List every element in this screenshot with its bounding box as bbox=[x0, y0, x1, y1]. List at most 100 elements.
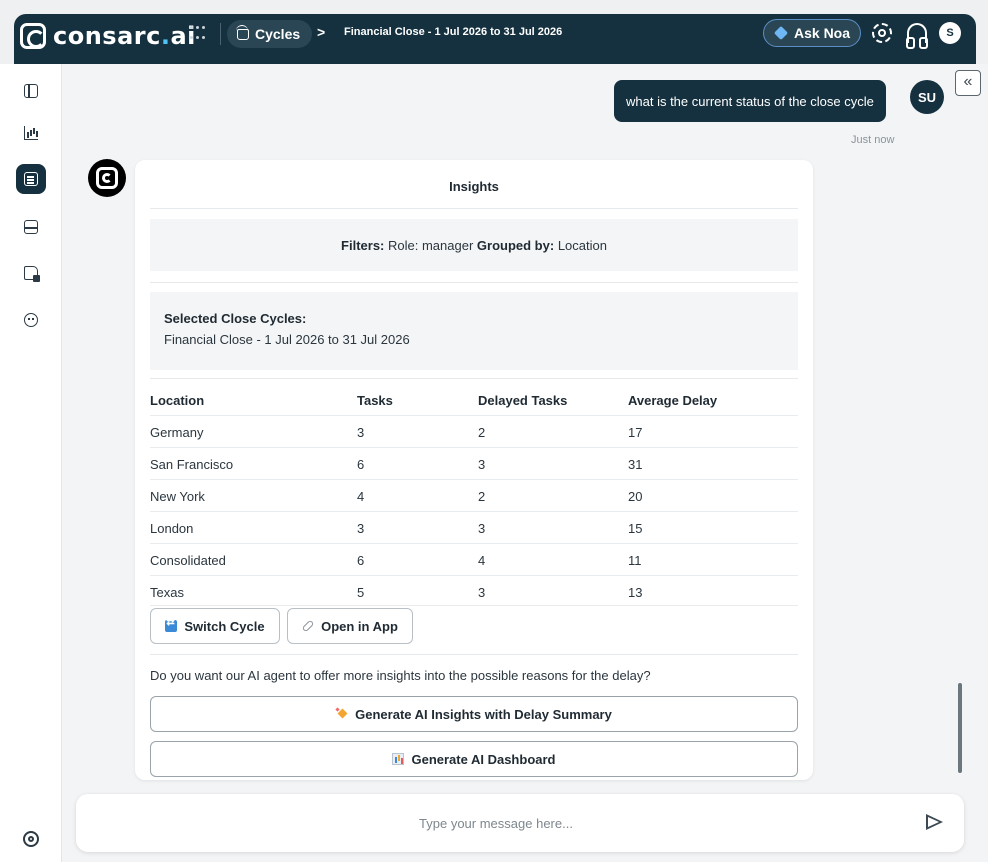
generate-dashboard-button[interactable]: Generate AI Dashboard bbox=[150, 741, 798, 777]
chart-icon bbox=[24, 126, 38, 140]
cell-tasks: 6 bbox=[357, 457, 365, 472]
message-composer bbox=[76, 794, 964, 852]
switch-cycle-label: Switch Cycle bbox=[184, 618, 265, 634]
cell-tasks: 6 bbox=[357, 553, 365, 568]
cell-average-delay: 13 bbox=[628, 585, 643, 600]
ask-noa-label: Ask Noa bbox=[794, 25, 851, 41]
table-row: Germany 3 2 17 bbox=[150, 416, 798, 448]
support-headset-icon[interactable] bbox=[906, 23, 928, 49]
generate-dashboard-label: Generate AI Dashboard bbox=[411, 751, 556, 767]
app-logo[interactable]: consarc.ai bbox=[20, 21, 196, 51]
sidebar-item-analytics[interactable] bbox=[16, 118, 46, 148]
inbox-icon bbox=[24, 220, 38, 234]
breadcrumb-cycles-label: Cycles bbox=[255, 26, 301, 42]
cell-delayed-tasks: 4 bbox=[478, 553, 486, 568]
breadcrumb-separator: > bbox=[317, 24, 326, 40]
cell-delayed-tasks: 3 bbox=[478, 457, 486, 472]
user-message-bubble: what is the current status of the close … bbox=[614, 80, 886, 122]
sidebar-item-panel-toggle[interactable] bbox=[16, 76, 46, 106]
table-row: London 3 3 15 bbox=[150, 512, 798, 544]
cell-delayed-tasks: 2 bbox=[478, 425, 486, 440]
cell-tasks: 3 bbox=[357, 521, 365, 536]
cell-average-delay: 20 bbox=[628, 489, 643, 504]
generate-insights-label: Generate AI Insights with Delay Summary bbox=[355, 706, 612, 722]
ask-noa-button[interactable]: Ask Noa bbox=[763, 19, 862, 47]
cell-tasks: 4 bbox=[357, 489, 365, 504]
column-header: Average Delay bbox=[628, 393, 718, 408]
follow-up-question: Do you want our AI agent to offer more i… bbox=[150, 668, 651, 683]
sidebar-item-target[interactable] bbox=[16, 824, 46, 854]
home-icon bbox=[236, 24, 249, 40]
cell-tasks: 3 bbox=[357, 425, 365, 440]
column-header: Location bbox=[150, 393, 205, 408]
cell-location: Texas bbox=[150, 585, 184, 600]
insights-card: Insights Filters: Role: manager Grouped … bbox=[135, 160, 813, 780]
delay-table: Location Tasks Delayed Tasks Average Del… bbox=[150, 384, 798, 606]
logo-mark-icon bbox=[20, 23, 46, 49]
filters-value: Role: manager bbox=[388, 237, 474, 253]
chat-scrollbar[interactable] bbox=[958, 683, 962, 773]
target-icon bbox=[23, 831, 39, 847]
logo-text: consarc.ai bbox=[53, 22, 196, 50]
sidebar bbox=[0, 64, 62, 862]
open-in-app-label: Open in App bbox=[321, 618, 398, 634]
message-input[interactable] bbox=[96, 812, 896, 834]
top-bar: consarc.ai Cycles > Financial Close - 1 … bbox=[0, 0, 988, 64]
breadcrumb-cycles[interactable]: Cycles bbox=[227, 20, 313, 48]
divider bbox=[220, 23, 221, 45]
bot-avatar bbox=[88, 159, 126, 197]
sparkle-icon bbox=[774, 26, 788, 40]
sidebar-item-notes[interactable] bbox=[16, 164, 46, 194]
sidebar-item-files[interactable] bbox=[16, 258, 46, 288]
user-avatar-top[interactable]: S bbox=[939, 22, 961, 44]
selected-cycles-label: Selected Close Cycles: bbox=[164, 311, 307, 326]
settings-gear-icon[interactable] bbox=[872, 23, 892, 43]
sidebar-item-inbox[interactable] bbox=[16, 212, 46, 242]
generate-insights-button[interactable]: Generate AI Insights with Delay Summary bbox=[150, 696, 798, 732]
selected-cycles-value: Financial Close - 1 Jul 2026 to 31 Jul 2… bbox=[164, 332, 410, 347]
cell-location: San Francisco bbox=[150, 457, 234, 472]
apps-grid-icon[interactable] bbox=[190, 26, 206, 42]
cell-delayed-tasks: 3 bbox=[478, 521, 486, 536]
sparkles-icon bbox=[336, 708, 348, 720]
dashboard-icon bbox=[392, 753, 405, 765]
file-lock-icon bbox=[24, 266, 40, 282]
column-header: Delayed Tasks bbox=[478, 393, 568, 408]
column-header: Tasks bbox=[357, 393, 393, 408]
bot-logo-icon bbox=[96, 167, 118, 189]
filters-panel: Filters: Role: manager Grouped by: Locat… bbox=[150, 219, 798, 271]
cell-location: New York bbox=[150, 489, 205, 504]
cell-delayed-tasks: 3 bbox=[478, 585, 486, 600]
cell-average-delay: 17 bbox=[628, 425, 643, 440]
table-row: San Francisco 6 3 31 bbox=[150, 448, 798, 480]
panel-toggle-icon bbox=[24, 84, 38, 98]
table-row: Consolidated 6 4 11 bbox=[150, 544, 798, 576]
chat-area: « what is the current status of the clos… bbox=[62, 64, 988, 862]
top-bar-inner: consarc.ai Cycles > Financial Close - 1 … bbox=[14, 14, 976, 64]
cell-tasks: 5 bbox=[357, 585, 365, 600]
message-timestamp: Just now bbox=[851, 134, 895, 146]
cell-delayed-tasks: 2 bbox=[478, 489, 486, 504]
switch-icon bbox=[165, 617, 178, 632]
divider bbox=[150, 282, 798, 283]
notes-icon bbox=[24, 172, 38, 186]
switch-cycle-button[interactable]: Switch Cycle bbox=[150, 608, 280, 644]
table-row: Texas 5 3 13 bbox=[150, 576, 798, 606]
divider bbox=[150, 378, 798, 379]
selected-cycles-panel: Selected Close Cycles: Financial Close -… bbox=[150, 292, 798, 370]
user-avatar: SU bbox=[910, 80, 944, 114]
send-icon[interactable] bbox=[926, 813, 944, 831]
cell-location: Consolidated bbox=[150, 553, 226, 568]
breadcrumb-current: Financial Close - 1 Jul 2026 to 31 Jul 2… bbox=[344, 26, 563, 38]
cell-average-delay: 11 bbox=[628, 553, 642, 568]
divider bbox=[150, 208, 798, 209]
cell-average-delay: 15 bbox=[628, 521, 643, 536]
table-header-row: Location Tasks Delayed Tasks Average Del… bbox=[150, 384, 798, 416]
bot-icon bbox=[24, 313, 38, 327]
sidebar-item-bot[interactable] bbox=[16, 305, 46, 335]
grouped-by-label: Grouped by: bbox=[476, 237, 555, 253]
collapse-panel-button[interactable]: « bbox=[955, 70, 981, 96]
grouped-by-value: Location bbox=[557, 237, 607, 253]
table-row: New York 4 2 20 bbox=[150, 480, 798, 512]
open-in-app-button[interactable]: Open in App bbox=[287, 608, 413, 644]
